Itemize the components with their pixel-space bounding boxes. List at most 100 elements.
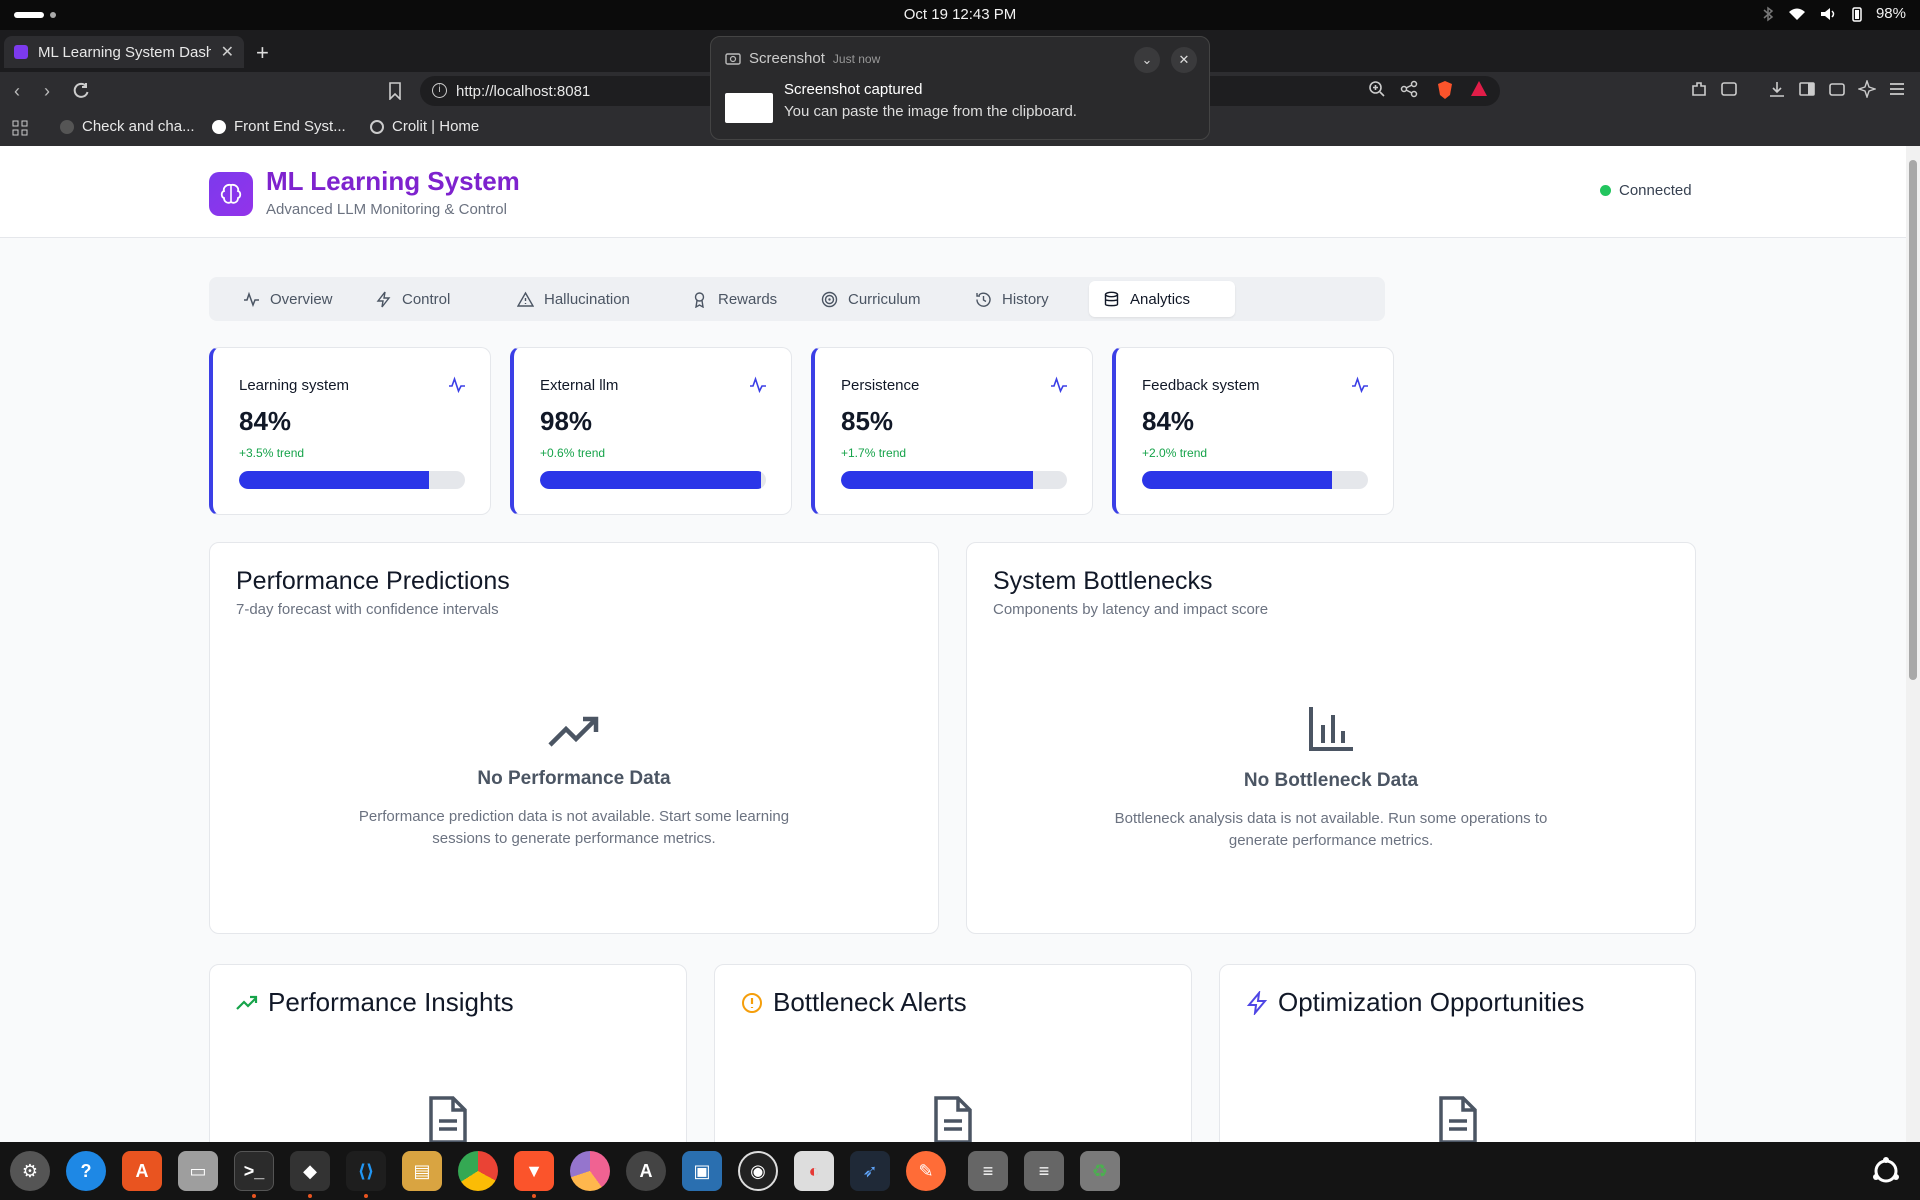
empty-title: No Performance Data xyxy=(477,768,671,789)
tab-hallucination[interactable]: Hallucination xyxy=(503,281,644,317)
brain-logo-icon xyxy=(209,172,253,216)
metric-trend: +2.0% trend xyxy=(1142,446,1208,460)
performance-predictions-panel: Performance Predictions 7-day forecast w… xyxy=(209,542,939,934)
wallet-icon[interactable] xyxy=(1828,80,1846,98)
bar-chart-icon xyxy=(1309,707,1353,751)
software-store-icon[interactable]: A xyxy=(122,1151,162,1191)
show-apps-icon[interactable] xyxy=(1866,1151,1906,1191)
close-notification-icon[interactable]: ✕ xyxy=(1171,47,1197,73)
tab-label: Overview xyxy=(270,290,333,308)
browser-tab[interactable]: ML Learning System Dashb ✕ xyxy=(4,36,244,68)
metric-card-external-llm: External llm 98% +0.6% trend xyxy=(510,347,792,515)
panel-heading: Performance Insights xyxy=(236,987,514,1018)
forward-icon[interactable]: › xyxy=(44,81,50,102)
metric-trend: +1.7% trend xyxy=(841,446,907,460)
tab-curriculum[interactable]: Curriculum xyxy=(807,281,935,317)
panel-title: Performance Insights xyxy=(268,987,514,1017)
site-info-icon[interactable]: i xyxy=(432,83,447,98)
screenshot-app-icon xyxy=(725,52,741,65)
apps-grid-icon[interactable] xyxy=(12,120,28,136)
menu-icon[interactable] xyxy=(1888,80,1906,98)
close-tab-icon[interactable]: ✕ xyxy=(221,42,234,62)
chart-app-icon[interactable] xyxy=(570,1151,610,1191)
panel-title: Bottleneck Alerts xyxy=(773,987,967,1017)
terminal-app-icon[interactable]: >_ xyxy=(234,1151,274,1191)
sidebar-icon[interactable] xyxy=(1798,80,1816,98)
files-app-icon[interactable]: ▭ xyxy=(178,1151,218,1191)
notification-time: Just now xyxy=(832,51,881,66)
tab-control[interactable]: Control xyxy=(361,281,464,317)
metric-card-learning-system: Learning system 84% +3.5% trend xyxy=(209,347,491,515)
history-icon xyxy=(976,292,991,307)
zoom-icon[interactable] xyxy=(1368,80,1386,98)
text-editor-icon[interactable]: ≡ xyxy=(1024,1151,1064,1191)
screenshot-notification[interactable]: Screenshot Just now ⌄ ✕ Screenshot captu… xyxy=(710,36,1210,140)
postman-app-icon[interactable]: ✎ xyxy=(906,1151,946,1191)
expand-notification-icon[interactable]: ⌄ xyxy=(1134,47,1160,73)
file-text-icon xyxy=(934,1096,972,1142)
folder-app-icon[interactable]: ▤ xyxy=(402,1151,442,1191)
empty-state: No Bottleneck Data Bottleneck analysis d… xyxy=(967,705,1695,852)
rocket-app-icon[interactable]: ➶ xyxy=(850,1151,890,1191)
obs-app-icon[interactable]: ◉ xyxy=(738,1151,778,1191)
metric-trend: +3.5% trend xyxy=(239,446,305,460)
award-icon xyxy=(694,291,705,308)
typora-app-icon[interactable]: A xyxy=(626,1151,666,1191)
tab-favicon-icon xyxy=(14,45,28,59)
remote-desktop-icon[interactable]: ▣ xyxy=(682,1151,722,1191)
trash-icon[interactable]: ♻ xyxy=(1080,1151,1120,1191)
vscode-app-icon[interactable]: ⟨⟩ xyxy=(346,1151,386,1191)
battery-percent: 98% xyxy=(1875,5,1906,22)
tab-label: Curriculum xyxy=(848,290,921,308)
panel-title: Performance Predictions xyxy=(236,567,510,595)
chrome-app-icon[interactable] xyxy=(458,1151,498,1191)
metric-progress-bar xyxy=(841,471,1067,489)
running-indicator xyxy=(308,1194,312,1198)
metric-progress-fill xyxy=(239,471,429,489)
unity-app-icon[interactable]: ◆ xyxy=(290,1151,330,1191)
reader-icon[interactable] xyxy=(1720,80,1738,98)
tab-history[interactable]: History xyxy=(961,281,1063,317)
new-tab-icon[interactable]: + xyxy=(256,40,269,66)
scrollbar-thumb[interactable] xyxy=(1909,160,1917,680)
brave-shield-icon[interactable] xyxy=(1436,80,1454,100)
system-clock[interactable]: Oct 19 12:43 PM xyxy=(0,6,1920,23)
toggle-app-icon[interactable]: ◐ xyxy=(794,1151,834,1191)
metric-value: 85% xyxy=(841,406,894,436)
tab-label: History xyxy=(1002,290,1049,308)
metric-card-persistence: Persistence 85% +1.7% trend xyxy=(811,347,1093,515)
text-editor-icon[interactable]: ≡ xyxy=(968,1151,1008,1191)
page-scrollbar[interactable] xyxy=(1906,146,1920,1142)
screenshot-thumbnail[interactable] xyxy=(725,93,773,123)
tab-analytics[interactable]: Analytics xyxy=(1089,281,1235,317)
settings-app-icon[interactable]: ⚙ xyxy=(10,1151,50,1191)
metric-progress-fill xyxy=(540,471,762,489)
tab-title: ML Learning System Dashb xyxy=(38,43,211,61)
download-icon[interactable] xyxy=(1768,80,1786,98)
panel-subtitle: 7-day forecast with confidence intervals xyxy=(236,601,499,618)
reload-icon[interactable] xyxy=(72,82,90,100)
system-tray[interactable]: 98% xyxy=(1762,5,1906,22)
trending-up-icon xyxy=(548,716,599,747)
back-icon[interactable]: ‹ xyxy=(14,81,20,102)
help-app-icon[interactable]: ? xyxy=(66,1151,106,1191)
empty-title: No Bottleneck Data xyxy=(1243,770,1419,791)
bookmark-icon[interactable] xyxy=(388,82,402,100)
notification-title: Screenshot captured xyxy=(784,81,923,98)
app-header: ML Learning System Advanced LLM Monitori… xyxy=(0,146,1906,238)
share-icon[interactable] xyxy=(1400,80,1418,98)
brave-rewards-icon[interactable] xyxy=(1470,80,1488,98)
leo-ai-icon[interactable] xyxy=(1858,80,1876,98)
panel-heading: Optimization Opportunities xyxy=(1246,987,1584,1018)
notification-app-name: Screenshot xyxy=(749,50,825,67)
metric-label: Feedback system xyxy=(1142,377,1260,394)
tab-rewards[interactable]: Rewards xyxy=(677,281,791,317)
tab-overview[interactable]: Overview xyxy=(229,281,347,317)
brave-app-icon[interactable]: ▼ xyxy=(514,1151,554,1191)
bookmark-item[interactable]: Check and cha... xyxy=(60,118,195,135)
extensions-icon[interactable] xyxy=(1690,80,1708,98)
bookmark-item[interactable]: Front End Syst... xyxy=(212,118,346,135)
activity-icon xyxy=(449,376,465,394)
empty-description: Bottleneck analysis data is not availabl… xyxy=(1114,810,1548,849)
bookmark-item[interactable]: Crolit | Home xyxy=(370,118,479,135)
